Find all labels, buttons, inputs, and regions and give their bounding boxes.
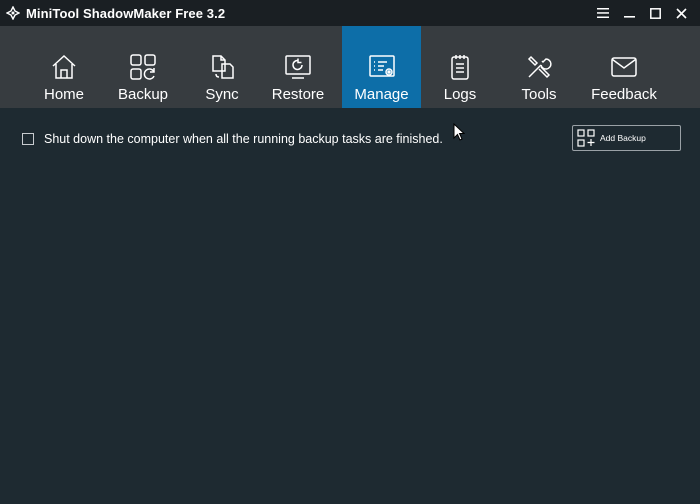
nav-item-feedback[interactable]: Feedback bbox=[579, 26, 669, 108]
minimize-icon[interactable] bbox=[616, 0, 642, 26]
manage-panel: Shut down the computer when all the runn… bbox=[0, 108, 700, 504]
home-icon bbox=[49, 52, 79, 82]
feedback-icon bbox=[609, 52, 639, 82]
tools-icon bbox=[524, 52, 554, 82]
manage-icon bbox=[367, 52, 397, 82]
shutdown-label: Shut down the computer when all the runn… bbox=[44, 132, 443, 146]
sync-icon bbox=[207, 52, 237, 82]
app-window: MiniTool ShadowMaker Free 3.2 Home Backu… bbox=[0, 0, 700, 504]
window-title: MiniTool ShadowMaker Free 3.2 bbox=[26, 5, 226, 21]
restore-icon bbox=[283, 52, 313, 82]
nav-item-sync[interactable]: Sync bbox=[190, 26, 254, 108]
nav-label-logs: Logs bbox=[443, 86, 477, 103]
window-controls bbox=[590, 0, 694, 26]
shutdown-option: Shut down the computer when all the runn… bbox=[22, 132, 443, 146]
nav-item-restore[interactable]: Restore bbox=[254, 26, 342, 108]
nav-label-backup: Backup bbox=[117, 86, 169, 103]
nav-item-tools[interactable]: Tools bbox=[499, 26, 579, 108]
logs-icon bbox=[445, 52, 475, 82]
add-backup-label: Add Backup bbox=[600, 133, 646, 143]
nav-label-tools: Tools bbox=[521, 86, 557, 103]
title-bar: MiniTool ShadowMaker Free 3.2 bbox=[0, 0, 700, 26]
add-backup-icon bbox=[577, 129, 595, 147]
close-icon[interactable] bbox=[668, 0, 694, 26]
app-logo-icon bbox=[6, 6, 20, 20]
nav-item-manage[interactable]: Manage bbox=[342, 26, 421, 108]
nav-label-feedback: Feedback bbox=[591, 86, 657, 103]
main-nav: Home Backup Sync Restore Manage Logs Too… bbox=[0, 26, 700, 108]
nav-label-sync: Sync bbox=[205, 86, 239, 103]
nav-label-manage: Manage bbox=[354, 86, 409, 103]
menu-icon[interactable] bbox=[590, 0, 616, 26]
nav-item-backup[interactable]: Backup bbox=[96, 26, 190, 108]
add-backup-button[interactable]: Add Backup bbox=[572, 125, 681, 151]
mouse-cursor-icon bbox=[453, 123, 465, 141]
nav-item-home[interactable]: Home bbox=[32, 26, 96, 108]
maximize-icon[interactable] bbox=[642, 0, 668, 26]
shutdown-checkbox[interactable] bbox=[22, 133, 34, 145]
nav-item-logs[interactable]: Logs bbox=[421, 26, 499, 108]
nav-label-restore: Restore bbox=[271, 86, 325, 103]
nav-label-home: Home bbox=[43, 86, 84, 103]
backup-icon bbox=[128, 52, 158, 82]
